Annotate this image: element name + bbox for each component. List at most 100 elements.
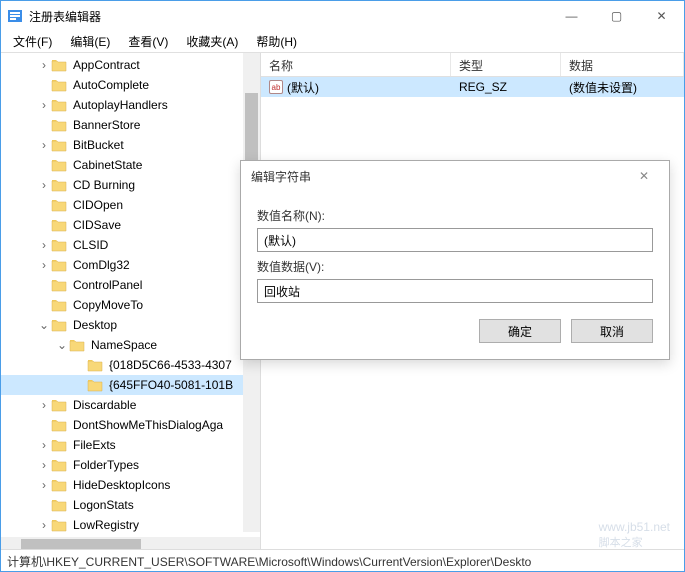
folder-icon [51,78,67,92]
tree-item[interactable]: CIDOpen [1,195,260,215]
tree-item[interactable]: CabinetState [1,155,260,175]
tree-item[interactable]: › AutoplayHandlers [1,95,260,115]
menu-favorites[interactable]: 收藏夹(A) [178,31,246,52]
folder-icon [51,58,67,72]
maximize-button[interactable]: ▢ [594,1,639,31]
tree-item[interactable]: › Discardable [1,395,260,415]
tree-item[interactable]: ›CD Burning [1,175,260,195]
chevron-right-icon[interactable]: › [37,458,51,472]
menu-file[interactable]: 文件(F) [5,31,60,52]
folder-icon [51,98,67,112]
folder-icon [51,118,67,132]
chevron-down-icon[interactable]: ⌄ [37,318,51,332]
tree-item[interactable]: ›BitBucket [1,135,260,155]
tree-item[interactable]: DontShowMeThisDialogAga [1,415,260,435]
tree-item[interactable]: ControlPanel [1,275,260,295]
value-type-cell: REG_SZ [451,78,561,96]
folder-icon [51,478,67,492]
tree-item-label: NameSpace [89,337,159,353]
window-title: 注册表编辑器 [29,8,549,25]
folder-icon [51,238,67,252]
tree-item[interactable]: LogonStats [1,495,260,515]
tree-item[interactable]: ⌄Desktop [1,315,260,335]
tree-item[interactable]: › LowRegistry [1,515,260,535]
dialog-close-button[interactable]: ✕ [629,169,659,183]
tree-item[interactable]: BannerStore [1,115,260,135]
value-data-label: 数值数据(V): [257,258,653,275]
tree-item[interactable]: › AppContract [1,55,260,75]
chevron-down-icon[interactable]: ⌄ [55,338,69,352]
tree-item[interactable]: ⌄ NameSpace [1,335,260,355]
tree-item[interactable]: › ComDlg32 [1,255,260,275]
value-name-input[interactable] [257,228,653,252]
folder-icon [51,518,67,532]
folder-icon [51,158,67,172]
tree-item-label: Discardable [71,397,138,413]
chevron-right-icon[interactable]: › [37,478,51,492]
tree-item[interactable]: AutoComplete [1,75,260,95]
folder-icon [51,138,67,152]
tree-item-label: CIDSave [71,217,123,233]
chevron-right-icon[interactable]: › [37,398,51,412]
chevron-right-icon[interactable]: › [37,258,51,272]
tree-item[interactable]: ›HideDesktopIcons [1,475,260,495]
chevron-right-icon [37,278,51,292]
tree-item[interactable]: CIDSave [1,215,260,235]
folder-icon [51,498,67,512]
string-value-icon: ab [269,80,283,94]
tree-scrollbar-horizontal[interactable] [1,537,260,549]
tree-item-label: AppContract [71,57,142,73]
folder-icon [51,438,67,452]
chevron-right-icon [37,78,51,92]
chevron-right-icon[interactable]: › [37,438,51,452]
dialog-titlebar[interactable]: 编辑字符串 ✕ [241,161,669,191]
app-icon [7,8,23,24]
tree-pane[interactable]: › AppContract AutoComplete › AutoplayHandler… [1,53,261,549]
chevron-right-icon [37,218,51,232]
tree-item-label: FolderTypes [71,457,141,473]
tree-item-label: BannerStore [71,117,142,133]
value-row[interactable]: ab(默认)REG_SZ(数值未设置) [261,77,684,97]
menu-edit[interactable]: 编辑(E) [62,31,118,52]
close-button[interactable]: ✕ [639,1,684,31]
folder-icon [51,198,67,212]
folder-icon [51,458,67,472]
minimize-button[interactable]: — [549,1,594,31]
header-type[interactable]: 类型 [451,53,561,76]
tree-item[interactable]: ›FileExts [1,435,260,455]
chevron-right-icon[interactable]: › [37,58,51,72]
chevron-right-icon [73,358,87,372]
chevron-right-icon [73,378,87,392]
menu-view[interactable]: 查看(V) [120,31,176,52]
tree-item[interactable]: {018D5C66-4533-4307 [1,355,260,375]
folder-icon [51,218,67,232]
value-name-cell: ab(默认) [261,77,451,98]
tree-item[interactable]: › FolderTypes [1,455,260,475]
scrollbar-thumb[interactable] [21,539,141,549]
cancel-button[interactable]: 取消 [571,319,653,343]
value-data-input[interactable] [257,279,653,303]
tree-item[interactable]: ›CLSID [1,235,260,255]
header-name[interactable]: 名称 [261,53,451,76]
statusbar: 计算机\HKEY_CURRENT_USER\SOFTWARE\Microsoft… [1,549,684,571]
tree-item[interactable]: {645FFO40-5081-101B [1,375,260,395]
tree-item-label: AutoplayHandlers [71,97,170,113]
tree-item-label: ComDlg32 [71,257,132,273]
chevron-right-icon[interactable]: › [37,518,51,532]
header-data[interactable]: 数据 [561,53,684,76]
chevron-right-icon[interactable]: › [37,138,51,152]
menu-help[interactable]: 帮助(H) [248,31,305,52]
chevron-right-icon [37,198,51,212]
tree-item[interactable]: CopyMoveTo [1,295,260,315]
ok-button[interactable]: 确定 [479,319,561,343]
chevron-right-icon[interactable]: › [37,238,51,252]
menubar: 文件(F) 编辑(E) 查看(V) 收藏夹(A) 帮助(H) [1,31,684,53]
folder-icon [87,378,103,392]
tree-item-label: LowRegistry [71,517,141,533]
chevron-right-icon[interactable]: › [37,178,51,192]
dialog-body: 数值名称(N): 数值数据(V): 确定 取消 [241,191,669,359]
tree-item-label: CopyMoveTo [71,297,145,313]
titlebar[interactable]: 注册表编辑器 — ▢ ✕ [1,1,684,31]
chevron-right-icon[interactable]: › [37,98,51,112]
tree-item-label: AutoComplete [71,77,151,93]
